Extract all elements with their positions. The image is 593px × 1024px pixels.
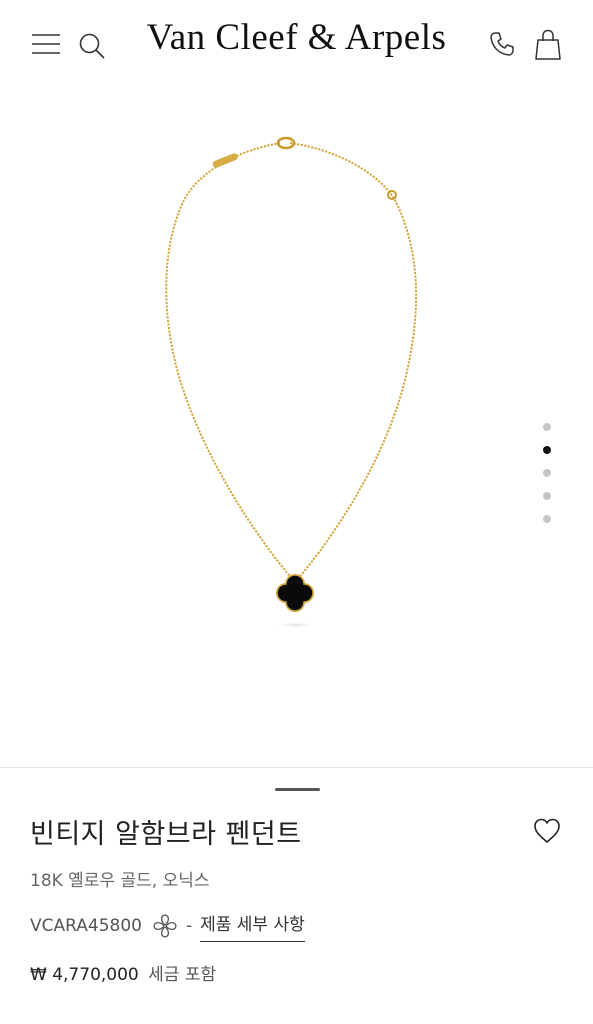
carousel-dot[interactable] — [543, 446, 551, 454]
price-row: ₩ 4,770,000 세금 포함 — [30, 960, 216, 985]
carousel-dots — [540, 423, 554, 538]
product-details-link[interactable]: 제품 세부 사항 — [200, 910, 305, 942]
wishlist-heart-icon[interactable] — [532, 816, 562, 846]
phone-button[interactable] — [484, 26, 520, 62]
carousel-dot[interactable] — [543, 492, 551, 500]
tax-note: 세금 포함 — [148, 965, 217, 985]
product-material: 18K 옐로우 골드, 오닉스 — [30, 871, 210, 891]
phone-icon — [490, 32, 514, 56]
product-title: 빈티지 알함브라 펜던트 — [30, 819, 302, 850]
drag-handle[interactable] — [275, 788, 320, 791]
brand-name[interactable]: Van Cleef & Arpels — [147, 17, 447, 58]
reference-row: VCARA45800 - 제품 세부 사항 — [30, 910, 305, 942]
carousel-dot[interactable] — [543, 423, 551, 431]
product-info-sheet: 빈티지 알함브라 펜던트 18K 옐로우 골드, 오닉스 VCARA45800 … — [0, 767, 593, 1024]
clover-outline-icon — [153, 914, 177, 938]
product-image-carousel[interactable] — [0, 90, 593, 766]
shopping-bag-icon — [535, 29, 561, 60]
separator: - — [185, 916, 193, 936]
carousel-dot[interactable] — [543, 515, 551, 523]
header: Van Cleef & Arpels — [0, 0, 593, 90]
product-price: ₩ 4,770,000 — [30, 965, 139, 985]
shopping-bag-button[interactable] — [530, 26, 566, 64]
clover-pendant — [276, 574, 314, 612]
necklace-image — [165, 136, 418, 628]
product-reference: VCARA45800 — [30, 916, 142, 936]
carousel-dot[interactable] — [543, 469, 551, 477]
